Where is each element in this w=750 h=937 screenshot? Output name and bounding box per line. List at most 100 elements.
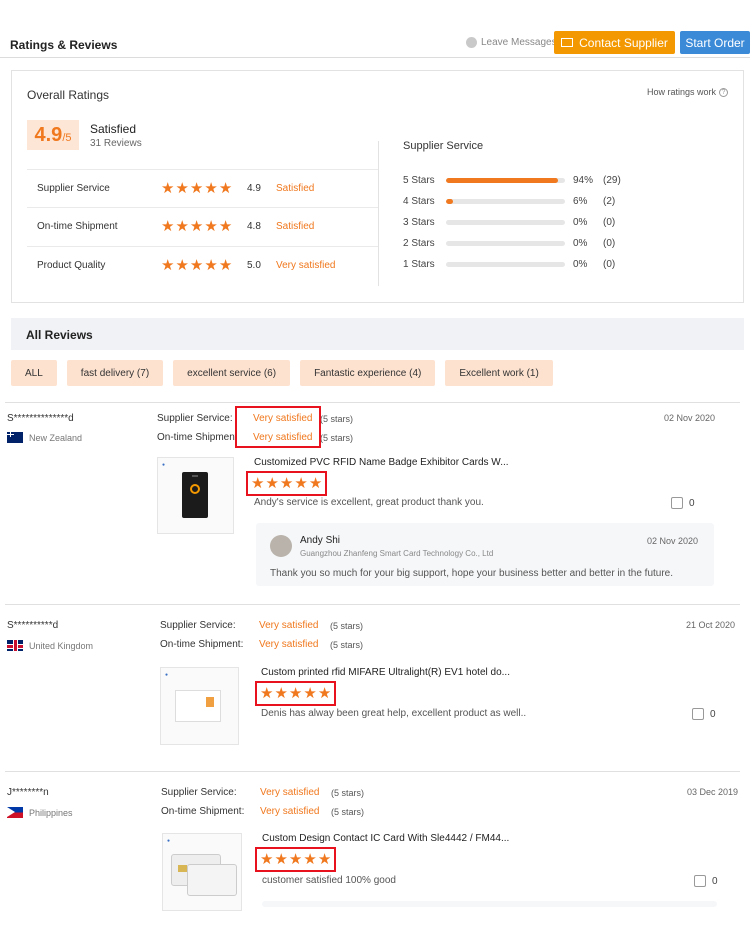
united-kingdom-flag-icon: [7, 640, 23, 651]
reviewer-country: United Kingdom: [7, 640, 93, 651]
star-icon: ★: [317, 851, 332, 868]
distribution-fill: [446, 199, 454, 204]
ic-card-image-back: [187, 864, 237, 896]
reviewer-name: J********n: [7, 787, 49, 798]
shipment-label: On-time Shipment:: [161, 806, 245, 817]
shipment-label: On-time Shipment:: [160, 639, 244, 650]
star-icon: ★: [189, 180, 204, 197]
mail-icon: [561, 38, 574, 47]
star-icon: ★: [204, 257, 218, 274]
star-icon: ★: [303, 851, 317, 868]
star-icon: ★: [175, 218, 189, 235]
shipment-stars: (5 stars): [331, 807, 365, 817]
supplier-service-stars: (5 stars): [330, 621, 364, 631]
review-text: Denis has alway been great help, excelle…: [261, 708, 527, 719]
reply-author: Andy Shi: [300, 535, 341, 546]
rating-desc: Satisfied: [276, 183, 315, 194]
star-icon: ★: [265, 475, 279, 492]
badge-emblem-icon: [190, 484, 200, 494]
product-title-link[interactable]: Customized PVC RFID Name Badge Exhibitor…: [254, 457, 509, 468]
reviewer-country: New Zealand: [7, 432, 82, 443]
rating-row-on-time-shipment: On-time Shipment ★ ★ ★ ★ ★ 4.8 Satisfied: [27, 208, 379, 247]
distribution-count: (0): [603, 259, 616, 270]
review-filters: ALL fast delivery (7) excellent service …: [11, 360, 553, 386]
review-text: Andy's service is excellent, great produ…: [254, 497, 484, 508]
star-icon: ★: [218, 257, 233, 274]
star-distribution: 5 Stars 94% (29) 4 Stars 6% (2) 3 Stars …: [403, 173, 643, 278]
filter-fantastic-experience[interactable]: Fantastic experience (4): [300, 360, 436, 386]
thumbs-up-icon: [671, 497, 683, 509]
star-icon: ★: [161, 218, 175, 235]
review-date: 21 Oct 2020: [686, 620, 736, 630]
supplier-service-title: Supplier Service: [403, 140, 484, 152]
product-title-link[interactable]: Custom printed rfid MIFARE Ultralight(R)…: [261, 667, 510, 678]
shipment-value: Very satisfied: [260, 806, 320, 817]
chat-bubble-icon: [466, 37, 477, 48]
product-title-link[interactable]: Custom Design Contact IC Card With Sle44…: [262, 833, 509, 844]
rating-label: Product Quality: [37, 260, 106, 271]
contact-supplier-button[interactable]: Contact Supplier: [554, 31, 675, 54]
star-icon: ★: [274, 851, 288, 868]
rating-desc: Very satisfied: [276, 260, 336, 271]
product-thumbnail[interactable]: ●: [162, 833, 242, 911]
filter-all[interactable]: ALL: [11, 360, 57, 386]
star-icon: ★: [260, 685, 274, 702]
brand-logo-icon: ●: [167, 838, 171, 844]
contact-supplier-label: Contact Supplier: [579, 35, 668, 50]
rating-stars: ★ ★ ★ ★ ★: [161, 181, 232, 196]
like-button[interactable]: 0: [694, 875, 718, 887]
rating-stars: ★ ★ ★ ★ ★: [161, 219, 232, 234]
star-icon: ★: [204, 218, 218, 235]
distribution-percent: 94%: [573, 175, 594, 186]
star-icon: ★: [308, 475, 323, 492]
overall-reviews-count: 31 Reviews: [90, 138, 142, 149]
rating-score: 5.0: [247, 260, 261, 271]
overall-ratings-panel: Overall Ratings How ratings work ? 4.9 /…: [11, 70, 744, 303]
how-ratings-work-label: How ratings work: [646, 87, 716, 97]
how-ratings-work-link[interactable]: How ratings work ?: [647, 87, 728, 97]
like-button[interactable]: 0: [692, 708, 716, 720]
country-name: New Zealand: [29, 432, 83, 443]
shipment-label: On-time Shipment:: [157, 432, 237, 443]
overall-score-value: 4.9: [34, 124, 63, 146]
supplier-service-value: Very satisfied: [259, 620, 319, 631]
star-icon: ★: [204, 180, 218, 197]
supplier-reply: [262, 901, 717, 907]
badge-lanyard-hole: [192, 475, 198, 477]
avatar: [270, 535, 292, 557]
distribution-percent: 0%: [573, 217, 588, 228]
like-button[interactable]: 0: [671, 497, 695, 509]
distribution-count: (2): [603, 196, 616, 207]
question-circle-icon: ?: [719, 87, 728, 97]
supplier-service-label: Supplier Service:: [160, 620, 236, 631]
vertical-divider: [378, 141, 379, 286]
star-icon: ★: [251, 475, 265, 492]
leave-messages-link[interactable]: Leave Messages: [466, 37, 557, 48]
rating-row-supplier-service: Supplier Service ★ ★ ★ ★ ★ 4.9 Satisfied: [27, 169, 379, 208]
supplier-service-stars: (5 stars): [320, 414, 354, 424]
product-thumbnail[interactable]: ●: [157, 457, 234, 534]
distribution-label: 1 Stars: [403, 259, 435, 270]
reviewer-name: S**************d: [7, 413, 74, 424]
star-icon: ★: [279, 475, 294, 492]
distribution-row-2: 2 Stars 0% (0): [403, 236, 643, 257]
highlight-box: [235, 406, 321, 448]
star-icon: ★: [260, 851, 274, 868]
rating-stars: ★ ★ ★ ★ ★: [161, 258, 232, 273]
product-thumbnail[interactable]: ●: [160, 667, 239, 745]
page-title: Ratings & Reviews: [10, 38, 118, 52]
distribution-count: (0): [603, 238, 616, 249]
star-icon: ★: [175, 180, 189, 197]
rating-desc: Satisfied: [276, 221, 315, 232]
filter-fast-delivery[interactable]: fast delivery (7): [66, 360, 164, 386]
start-order-button[interactable]: Start Order: [680, 31, 750, 54]
distribution-label: 3 Stars: [403, 217, 435, 228]
filter-excellent-service[interactable]: excellent service (6): [173, 360, 291, 386]
distribution-row-5: 5 Stars 94% (29): [403, 173, 643, 194]
filter-excellent-work[interactable]: Excellent work (1): [445, 360, 553, 386]
review-date: 02 Nov 2020: [664, 413, 716, 423]
distribution-count: (0): [603, 217, 616, 228]
card-chip: [178, 865, 187, 872]
page-header: Ratings & Reviews Leave Messages Contact…: [0, 0, 750, 58]
rating-row-product-quality: Product Quality ★ ★ ★ ★ ★ 5.0 Very satisfied: [27, 247, 379, 286]
